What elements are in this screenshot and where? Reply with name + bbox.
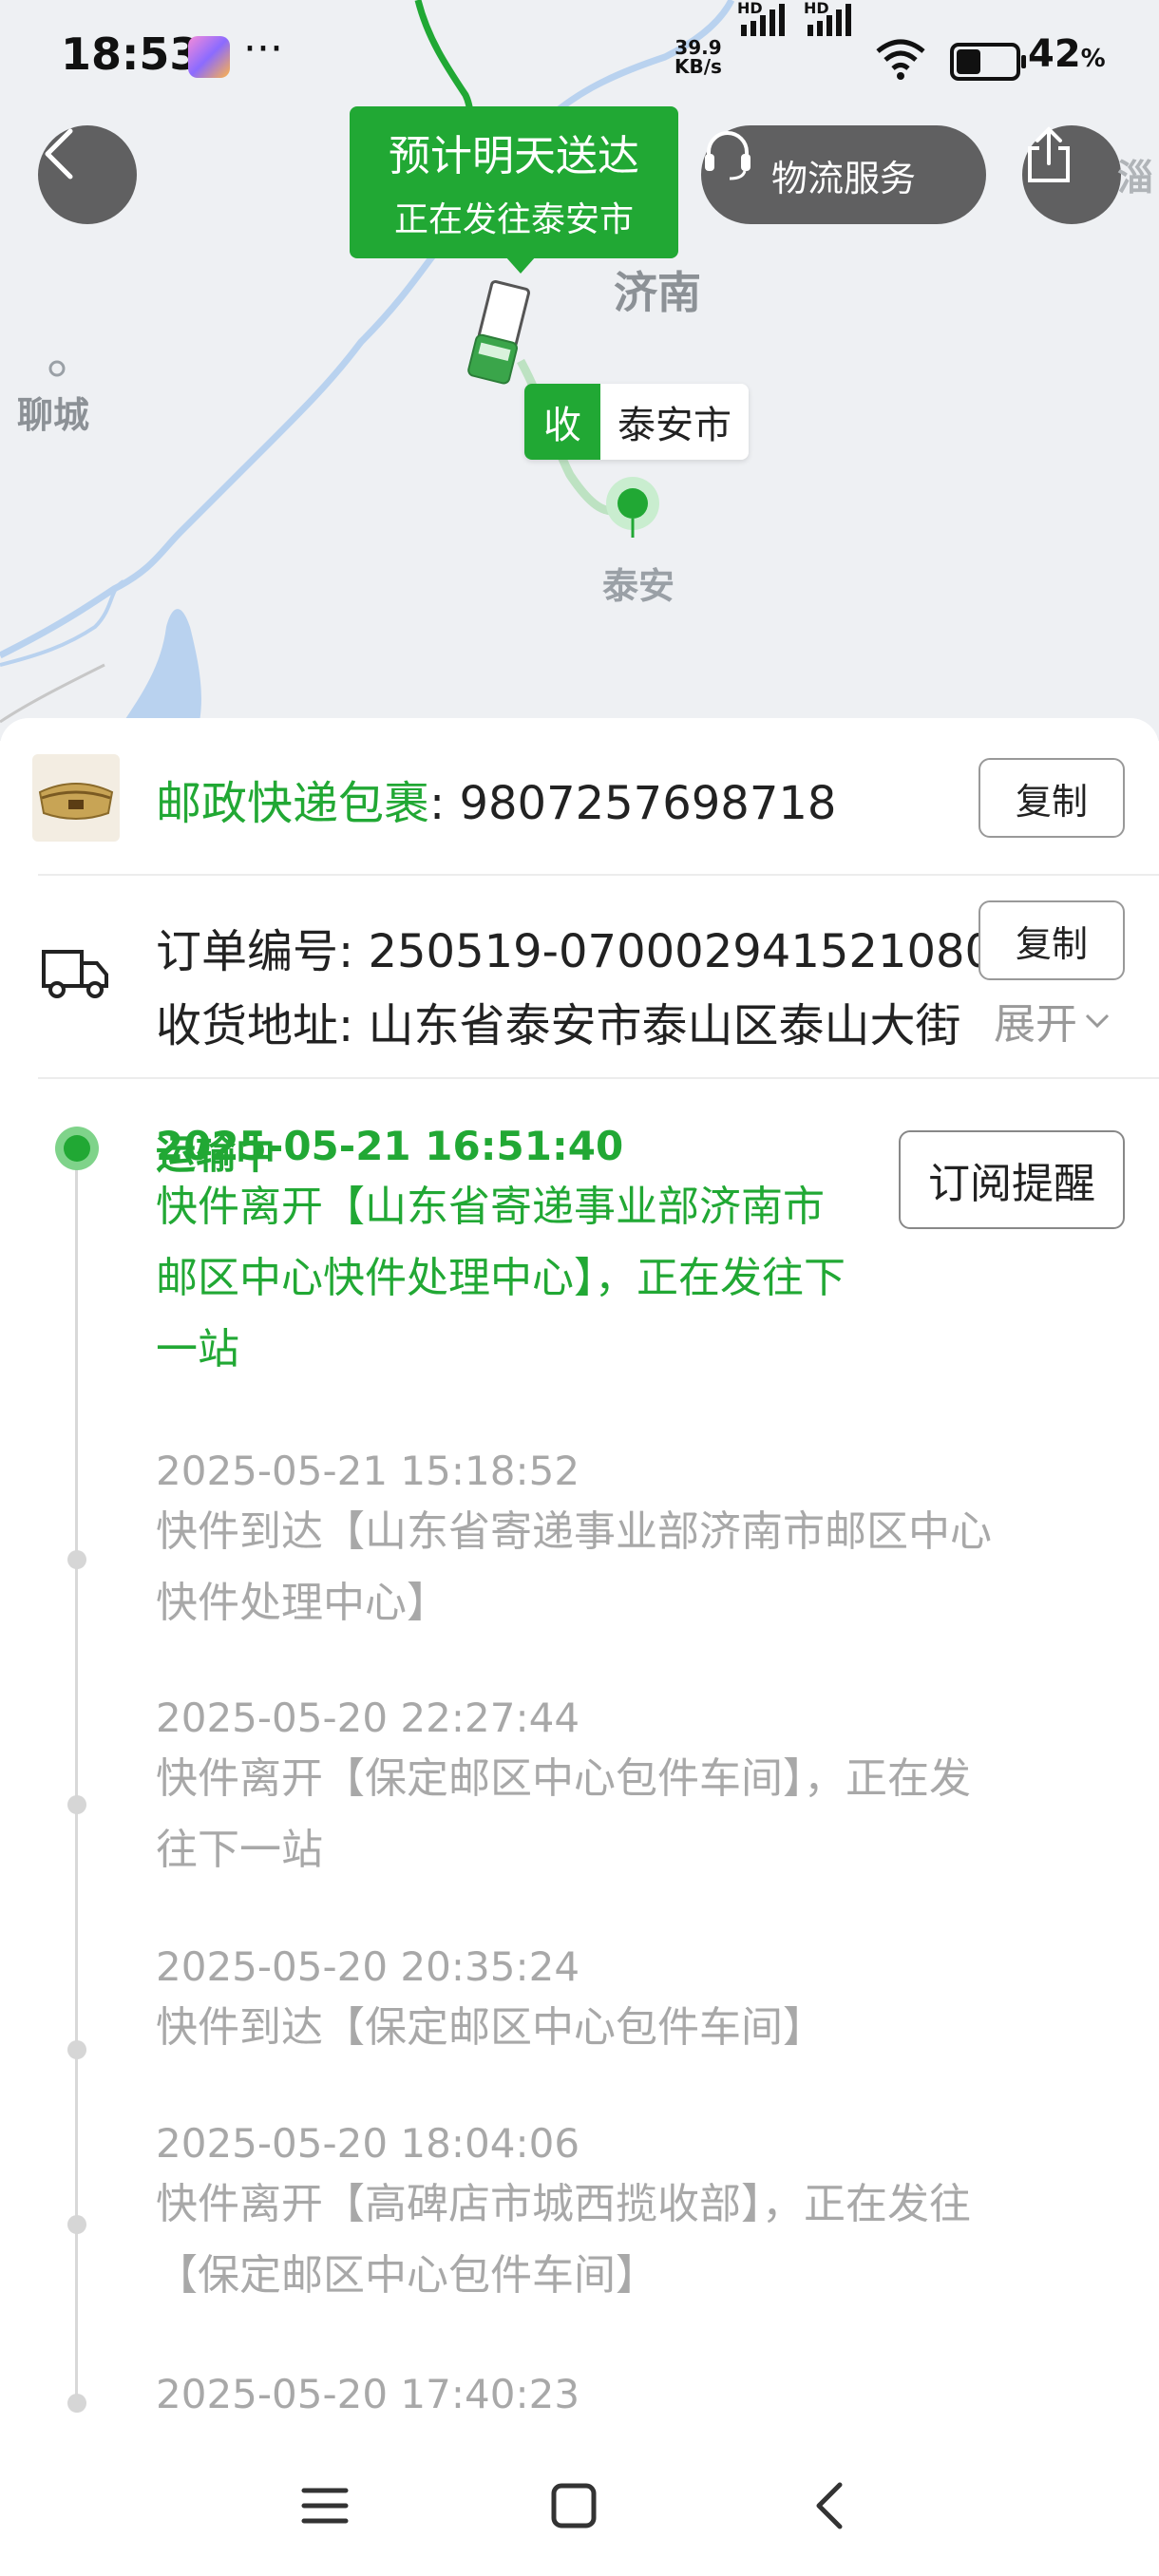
timeline-event: 2025-05-20 17:40:23 (156, 2371, 1011, 2417)
product-thumbnail[interactable] (32, 754, 120, 842)
event-time: 2025-05-20 22:27:44 (156, 1695, 580, 1741)
status-time: 18:53 (61, 28, 200, 80)
menu-icon[interactable] (300, 2481, 350, 2530)
map-label-taian: 泰安 (602, 565, 675, 607)
address-line: 收货地址: 山东省泰安市泰山区泰山大街 (156, 988, 969, 1054)
package-tracking: 邮政快递包裹: 9807257698718 (156, 766, 836, 832)
event-time: 2025-05-20 18:04:06 (156, 2120, 580, 2167)
address-value: : 山东省泰安市泰山区泰山大街 (338, 999, 961, 1052)
event-description: 快件到达【保定邮区中心包件车间】 (156, 2003, 825, 2052)
divider (38, 874, 1159, 876)
eta-bubble: 预计明天送达 正在发往泰安市 (350, 106, 678, 274)
address-label: 收货地址 (156, 999, 339, 1052)
cell-signal-1-icon: HD (737, 0, 785, 36)
map-label-jinan: 济南 (614, 267, 701, 318)
event-time: 2025-05-20 20:35:24 (156, 1943, 580, 1990)
truck-icon (42, 950, 108, 998)
net-speed: 39.9 KB/s (674, 36, 722, 78)
order-label: 订单编号 (156, 925, 339, 978)
tracking-card: 邮政快递包裹: 9807257698718 复制 订单编号: 250519-07… (0, 718, 1159, 2432)
logistics-service-button[interactable]: 物流服务 (701, 125, 986, 224)
order-number-line: 订单编号: 250519-070002941521080 (156, 914, 994, 980)
system-nav-bar (0, 2432, 1159, 2576)
cell-signal-2-icon: HD (804, 0, 851, 36)
timeline-dot-active (55, 1127, 99, 1170)
package-row: 邮政快递包裹: 9807257698718 复制 (0, 718, 1159, 874)
hd-badge-2: HD (804, 0, 829, 17)
map-label-liaocheng: 聊城 (17, 394, 90, 436)
eta-subtitle: 正在发往泰安市 (393, 200, 634, 239)
timeline-dot (67, 2040, 86, 2059)
timeline-dot (67, 2394, 86, 2413)
eta-title: 预计明天送达 (389, 132, 639, 180)
timeline-event: 2025-05-20 20:35:24 快件到达【保定邮区中心包件车间】 (156, 1943, 1011, 2063)
logistics-service-label: 物流服务 (770, 157, 916, 199)
receiver-city: 泰安市 (600, 384, 749, 460)
back-arrow-icon (45, 128, 73, 180)
timeline-event: 2025-05-20 18:04:06 快件离开【高碑店市城西揽收部】，正在发往… (156, 2120, 1011, 2311)
subscribe-reminder-button[interactable]: 订阅提醒 (899, 1130, 1125, 1229)
share-button[interactable] (1022, 125, 1121, 224)
hd-badge-1: HD (737, 0, 763, 17)
app-notification-icon (188, 36, 230, 78)
event-description: 快件离开【高碑店市城西揽收部】，正在发往【保定邮区中心包件车间】 (156, 2180, 971, 2300)
timeline-dot (67, 1550, 86, 1569)
more-notifications-icon: ··· (243, 25, 283, 73)
timeline-dot (67, 1795, 86, 1814)
status-bar: 18:53 ··· 39.9 KB/s HD HD 42% (0, 0, 1159, 114)
receiver-key: 收 (524, 384, 600, 460)
home-square-icon[interactable] (549, 2481, 598, 2530)
share-icon (1028, 126, 1070, 182)
headset-icon (705, 131, 750, 180)
event-description: 快件到达【山东省寄递事业部济南市邮区中心快件处理中心】 (156, 1507, 992, 1627)
copy-order-button[interactable]: 复制 (978, 900, 1125, 980)
map-label-zibo: 淄 (1117, 157, 1154, 199)
event-header: 运输中 2025-05-21 16:51:40 (156, 1123, 1011, 1178)
divider (38, 1077, 1159, 1079)
expand-address-button[interactable]: 展开 (994, 990, 1112, 1051)
carrier-name: 邮政快递包裹 (156, 777, 430, 830)
timeline-event: 2025-05-20 22:27:44 快件离开【保定邮区中心包件车间】，正在发… (156, 1695, 1011, 1885)
back-button[interactable] (38, 125, 137, 224)
event-time: 2025-05-21 15:18:52 (156, 1448, 580, 1494)
event-time: 2025-05-20 17:40:23 (156, 2371, 580, 2417)
back-chevron-icon[interactable] (806, 2481, 855, 2530)
receiver-tag: 收 泰安市 (524, 384, 749, 460)
event-description: 快件离开【保定邮区中心包件车间】，正在发往下一站 (156, 1754, 971, 1874)
timeline-event-current: 运输中 2025-05-21 16:51:40 快件离开【山东省寄递事业部济南市邮… (156, 1123, 1011, 1385)
battery-icon (950, 43, 1026, 81)
tracking-number: : 9807257698718 (429, 777, 837, 830)
battery-percent: 42% (1028, 32, 1106, 76)
map-view[interactable]: 18:53 ··· 39.9 KB/s HD HD 42% 预计明天送达 正在发往… (0, 0, 1159, 741)
copy-tracking-button[interactable]: 复制 (978, 758, 1125, 838)
expand-label: 展开 (994, 1000, 1077, 1049)
chevron-down-icon (1085, 1013, 1110, 1029)
timeline-dot (67, 2215, 86, 2234)
timeline-event: 2025-05-21 15:18:52 快件到达【山东省寄递事业部济南市邮区中心… (156, 1448, 1011, 1638)
order-number: : 250519-070002941521080 (338, 925, 995, 978)
product-image (38, 783, 114, 820)
wifi-icon (876, 39, 925, 80)
